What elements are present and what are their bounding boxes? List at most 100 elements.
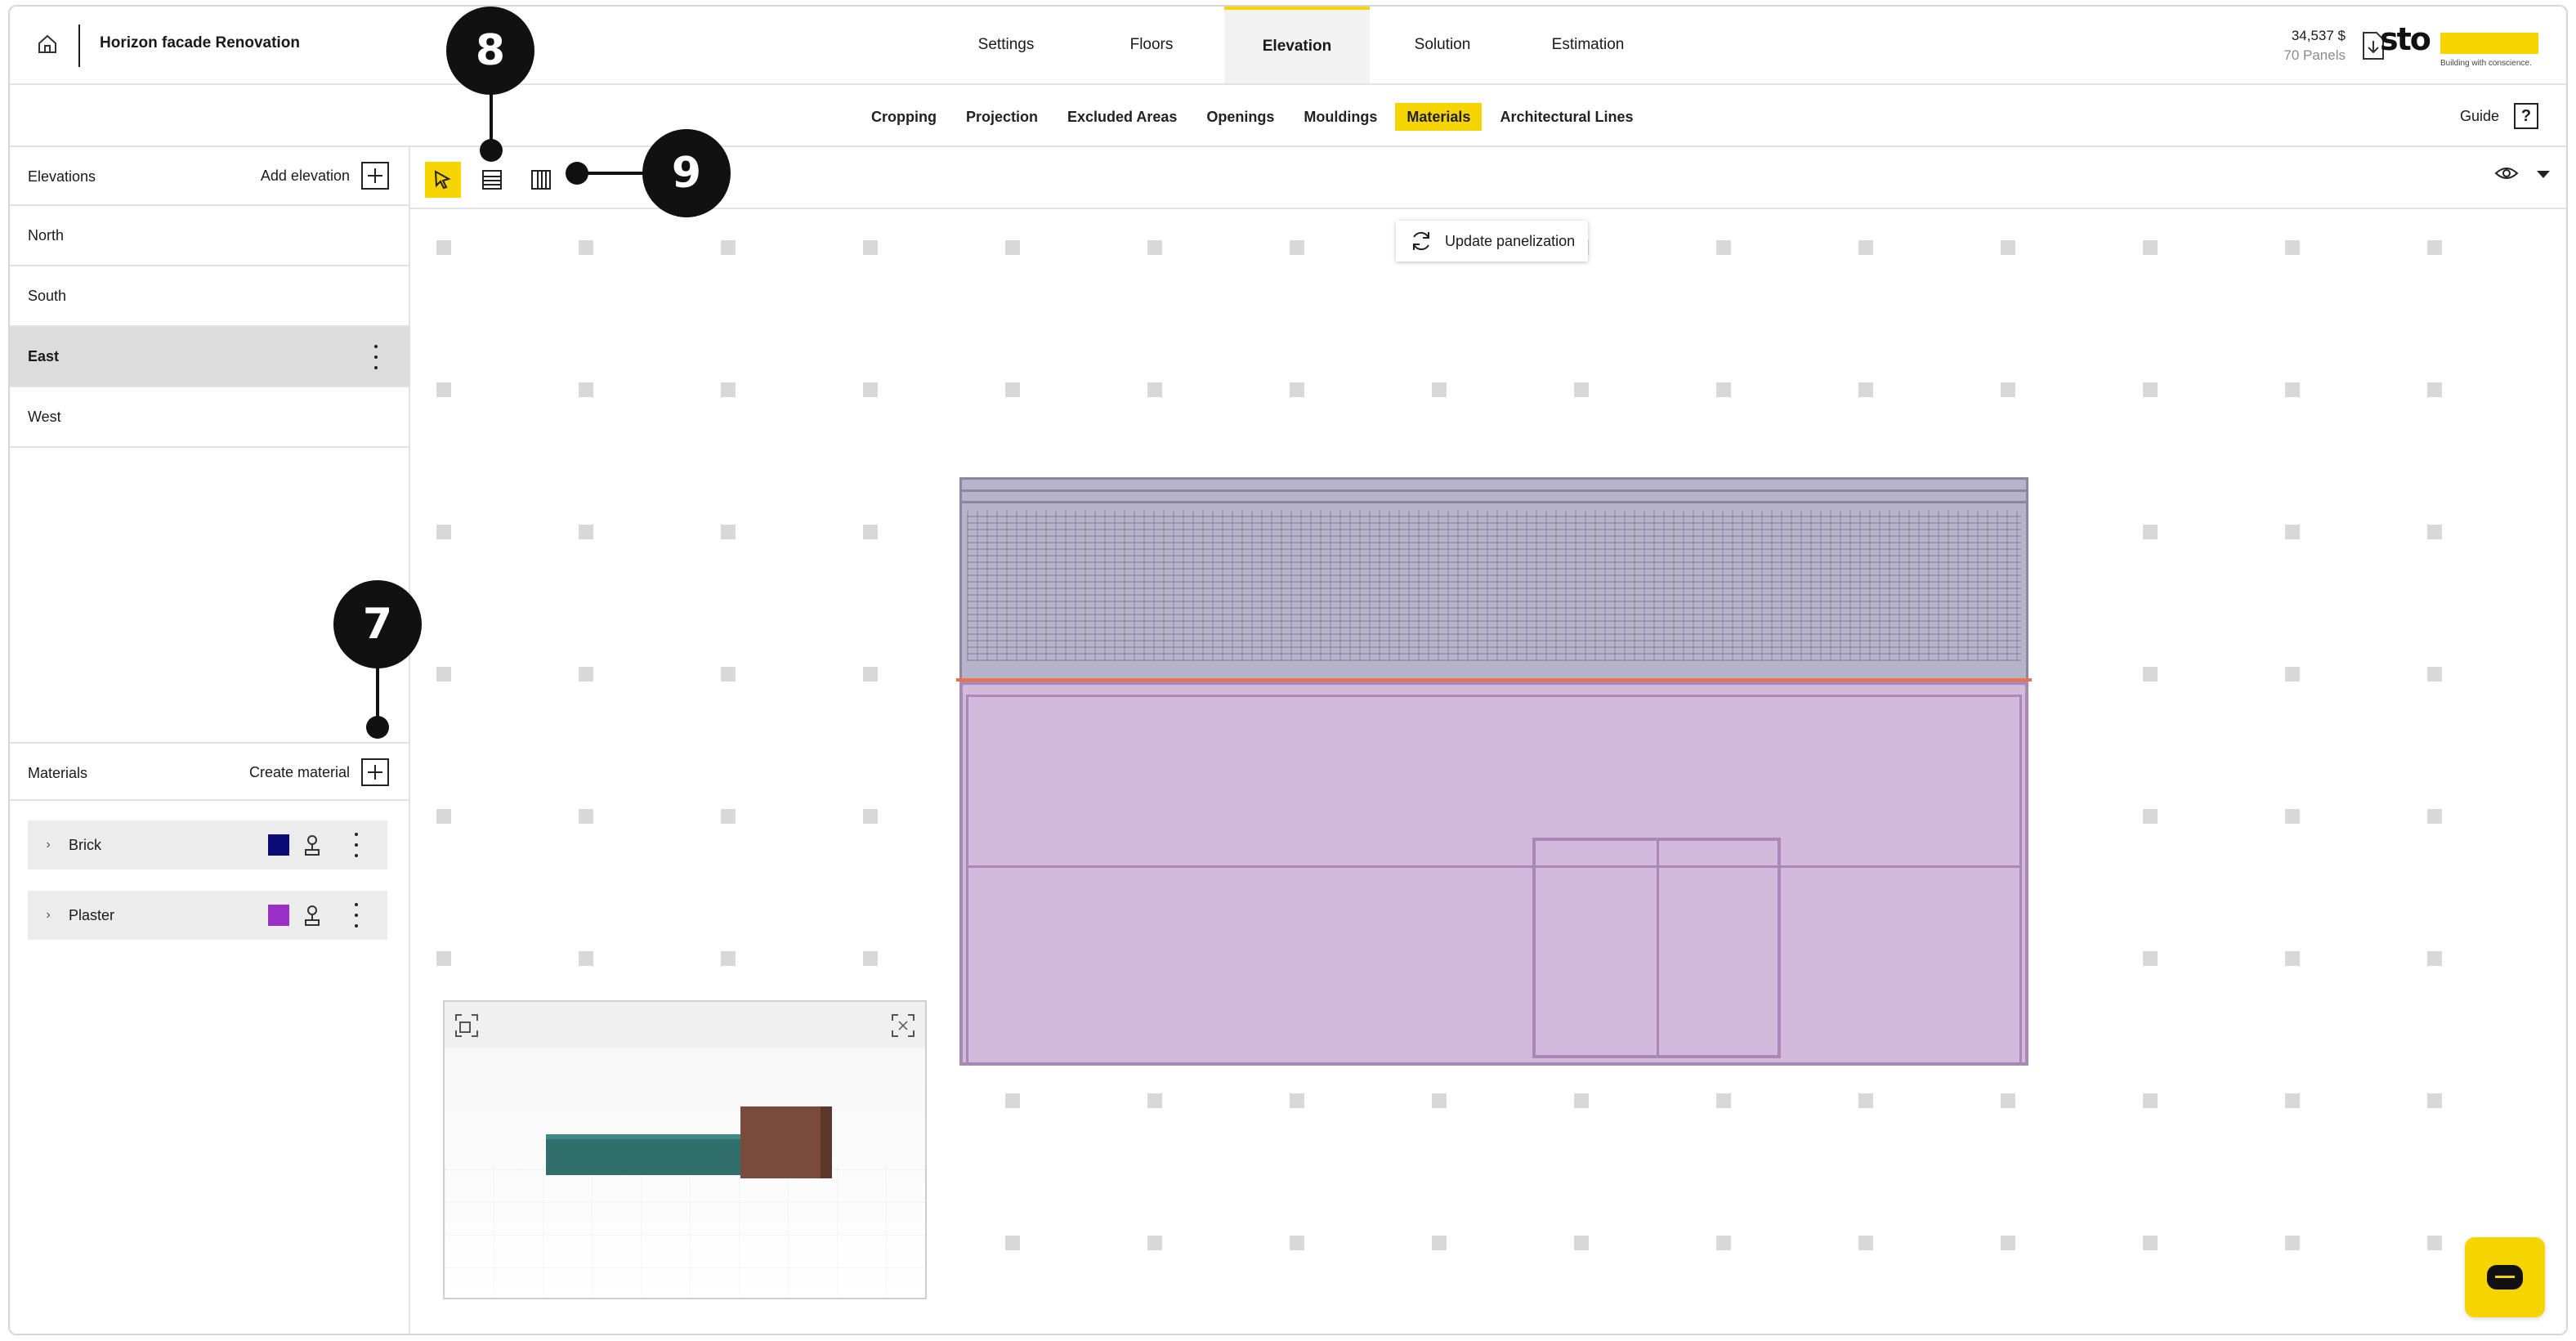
grid-marker — [436, 809, 451, 824]
subtab-architectural-lines[interactable]: Architectural Lines — [1488, 103, 1644, 131]
more-options-icon[interactable] — [373, 345, 379, 369]
expand-icon[interactable] — [891, 1013, 915, 1038]
facade-elevation[interactable] — [956, 477, 2032, 1066]
material-item-plaster[interactable]: › Plaster — [28, 891, 387, 940]
plus-icon — [361, 162, 389, 190]
subtab-mouldings[interactable]: Mouldings — [1292, 103, 1389, 131]
subtab-materials[interactable]: Materials — [1395, 103, 1483, 131]
grid-marker — [1858, 382, 1873, 397]
grid-marker — [2143, 240, 2158, 255]
fill-horizontal-pattern-icon[interactable] — [474, 162, 510, 198]
floor-line — [956, 678, 2032, 682]
stamp-icon[interactable] — [302, 904, 322, 927]
subtab-excluded-areas[interactable]: Excluded Areas — [1056, 103, 1188, 131]
grid-marker — [721, 240, 736, 255]
grid-marker — [2285, 1093, 2300, 1108]
preview-ground-grid — [445, 1165, 925, 1298]
canvas-toolbar — [410, 147, 2566, 209]
material-label: Plaster — [69, 906, 115, 923]
elevation-item-north[interactable]: North — [10, 206, 410, 266]
home-icon[interactable] — [34, 31, 60, 57]
eye-icon[interactable] — [2494, 165, 2519, 186]
grid-marker — [863, 382, 878, 397]
more-options-icon[interactable] — [353, 903, 360, 928]
callout-8-dot — [480, 139, 503, 162]
grid-marker — [2143, 809, 2158, 824]
tab-floors[interactable]: Floors — [1079, 7, 1224, 83]
total-cost: 34,537 $ — [2291, 28, 2346, 43]
grid-marker — [1147, 1093, 1162, 1108]
grid-marker — [1290, 240, 1304, 255]
grid-marker — [579, 525, 593, 539]
fit-view-icon[interactable] — [454, 1013, 479, 1038]
grid-marker — [2285, 951, 2300, 966]
elevation-item-south[interactable]: South — [10, 266, 410, 327]
tab-settings[interactable]: Settings — [933, 7, 1079, 83]
grid-marker — [1147, 240, 1162, 255]
grid-marker — [2285, 1236, 2300, 1250]
chat-button[interactable] — [2465, 1237, 2545, 1317]
material-color-swatch[interactable] — [268, 834, 289, 856]
guide-button[interactable]: Guide ? — [2460, 103, 2538, 129]
sub-navigation: Cropping Projection Excluded Areas Openi… — [10, 85, 2566, 147]
subtab-openings[interactable]: Openings — [1195, 103, 1286, 131]
elevation-label: East — [28, 347, 60, 364]
facade-inner-frame — [966, 695, 2022, 1062]
chevron-right-icon[interactable]: › — [34, 908, 62, 923]
chat-icon — [2487, 1265, 2523, 1290]
grid-marker — [1432, 1236, 1447, 1250]
grid-marker — [1432, 1093, 1447, 1108]
material-list: › Brick › Plaster — [28, 820, 387, 961]
app-window: Horizon facade Renovation Settings Floor… — [8, 5, 2568, 1335]
elevation-item-east[interactable]: East — [10, 327, 410, 387]
update-panelization-button[interactable]: Update panelization — [1396, 221, 1589, 261]
grid-marker — [863, 809, 878, 824]
facade-band — [962, 489, 2026, 492]
grid-marker — [436, 667, 451, 682]
add-elevation-label: Add elevation — [260, 167, 350, 184]
material-item-brick[interactable]: › Brick — [28, 820, 387, 869]
elevation-list: North South East West — [10, 206, 410, 448]
help-icon: ? — [2514, 103, 2538, 129]
3d-preview[interactable] — [443, 1000, 927, 1299]
more-options-icon[interactable] — [353, 833, 360, 857]
brand-tagline: Building with conscience. — [2440, 59, 2532, 68]
material-color-swatch[interactable] — [268, 905, 289, 926]
create-material-button[interactable]: Create material — [249, 758, 389, 786]
tab-solution[interactable]: Solution — [1370, 7, 1515, 83]
grid-marker — [1290, 1236, 1304, 1250]
facade-lower-plaster-area[interactable] — [959, 682, 2028, 1066]
sidebar: Elevations Add elevation North South Eas… — [10, 147, 410, 1334]
materials-title: Materials — [28, 765, 88, 781]
elevation-label: West — [28, 408, 61, 425]
add-elevation-button[interactable]: Add elevation — [261, 162, 389, 190]
callout-7-dot — [366, 716, 389, 739]
elevation-canvas[interactable]: Update panelization — [410, 211, 2566, 1334]
grid-marker — [1716, 1236, 1731, 1250]
stamp-icon[interactable] — [302, 834, 322, 856]
grid-marker — [1290, 1093, 1304, 1108]
chevron-right-icon[interactable]: › — [34, 838, 62, 852]
caret-down-icon[interactable] — [2537, 168, 2550, 183]
tab-estimation[interactable]: Estimation — [1515, 7, 1661, 83]
grid-marker — [2143, 1236, 2158, 1250]
grid-marker — [2001, 1093, 2015, 1108]
facade-upper-brick-area[interactable] — [959, 477, 2028, 682]
subtab-projection[interactable]: Projection — [955, 103, 1049, 131]
fill-vertical-pattern-icon[interactable] — [523, 162, 559, 198]
grid-marker — [2427, 240, 2442, 255]
create-material-label: Create material — [248, 763, 350, 780]
select-arrow-icon[interactable] — [425, 162, 461, 198]
update-panelization-label: Update panelization — [1445, 232, 1576, 249]
subtab-cropping[interactable]: Cropping — [860, 103, 948, 131]
grid-marker — [1147, 1236, 1162, 1250]
facade-door-opening[interactable] — [1532, 838, 1781, 1058]
elevation-item-west[interactable]: West — [10, 387, 410, 448]
tab-elevation[interactable]: Elevation — [1224, 7, 1370, 83]
callout-7: 7 — [333, 580, 422, 668]
facade-horizontal-line — [968, 865, 2019, 868]
brand-logo: sto Building with conscience. — [2380, 21, 2540, 74]
grid-marker — [436, 240, 451, 255]
grid-marker — [2427, 809, 2442, 824]
callout-9-line — [582, 172, 647, 175]
